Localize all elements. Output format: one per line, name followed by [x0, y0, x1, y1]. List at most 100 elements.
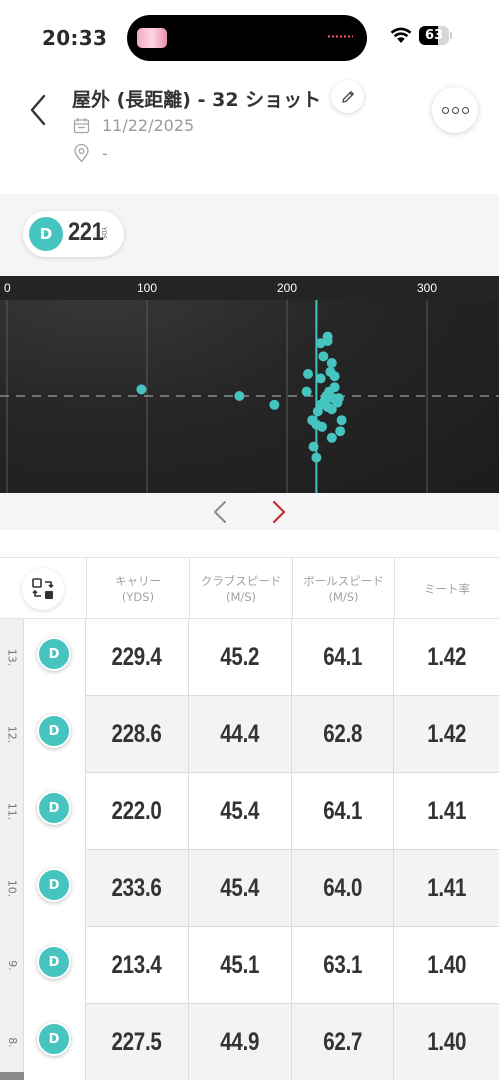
- distance-unit: YDS: [100, 227, 107, 240]
- column-header-carry[interactable]: キャリー (YDS): [86, 558, 189, 619]
- smash-factor-cell: 1.41: [427, 797, 466, 825]
- shot-number: 13.: [5, 648, 19, 667]
- next-view-button[interactable]: [264, 497, 294, 527]
- dispersion-chart-svg: 0 100 200 300: [0, 276, 499, 493]
- table-row[interactable]: 9. D 213.4 45.1 63.1 1.40: [0, 927, 499, 1004]
- session-location-row: -: [73, 144, 108, 163]
- shot-point: [333, 393, 344, 404]
- table-row[interactable]: 11. D 222.0 45.4 64.1 1.41: [0, 773, 499, 850]
- chevron-left-icon: [214, 501, 226, 523]
- battery-icon: 63: [419, 26, 452, 45]
- ball-speed-cell: 64.1: [292, 619, 394, 696]
- carry-cell: 229.4: [86, 619, 189, 696]
- shot-point: [326, 358, 337, 368]
- ball-speed-cell: 63.1: [292, 927, 394, 1004]
- smash-factor-cell: 1.40: [427, 1028, 466, 1056]
- more-dot-icon: [441, 106, 449, 114]
- dynamic-island: [127, 15, 367, 61]
- table-row[interactable]: 8. D 227.5 44.9 62.7 1.40: [0, 1004, 499, 1080]
- carry-cell: 228.6: [86, 696, 189, 773]
- session-date-row: 11/22/2025: [73, 116, 194, 135]
- ball-speed-cell: 64.0: [292, 850, 394, 927]
- table-row[interactable]: 10. D 233.6 45.4 64.0 1.41: [0, 850, 499, 927]
- shot-point: [315, 373, 326, 384]
- ball-speed-cell: 64.1: [292, 773, 394, 850]
- shot-table: キャリー (YDS) クラブスピード (M/S) ボールスピード (M/S) ミ…: [0, 557, 499, 1080]
- shot-point: [234, 391, 245, 401]
- club-speed-cell: 44.4: [189, 696, 292, 773]
- session-header: 屋外 (長距離) - 32 ショット 11/22/2025 -: [0, 72, 499, 194]
- session-date: 11/22/2025: [102, 116, 195, 135]
- shot-point: [326, 432, 337, 443]
- smash-factor-cell: 1.41: [427, 874, 466, 902]
- shot-point: [336, 415, 347, 426]
- club-badge-driver: D: [37, 868, 71, 902]
- smash-factor-cell: 1.40: [427, 951, 466, 979]
- smash-factor-cell: 1.42: [427, 720, 466, 748]
- shot-number: 11.: [5, 802, 19, 821]
- shot-dispersion-chart[interactable]: 0 100 200 300: [0, 276, 499, 493]
- club-badge-driver: D: [37, 791, 71, 825]
- shot-point: [301, 386, 312, 397]
- shot-point: [269, 399, 280, 410]
- section-spacer: [0, 530, 499, 557]
- x-tick-label: 300: [417, 281, 437, 295]
- scroll-indicator: [0, 1072, 24, 1080]
- shot-point: [335, 426, 346, 437]
- chart-navigation: [0, 493, 499, 530]
- shot-point: [308, 441, 319, 452]
- x-tick-label: 200: [277, 281, 297, 295]
- club-speed-cell: 45.2: [189, 619, 292, 696]
- more-options-button[interactable]: [432, 87, 478, 133]
- ball-speed-cell: 62.7: [292, 1004, 394, 1080]
- column-header-ball-speed[interactable]: ボールスピード (M/S): [292, 558, 394, 619]
- shot-point: [329, 382, 340, 393]
- column-header-club-speed[interactable]: クラブスピード (M/S): [189, 558, 292, 619]
- pencil-icon: [341, 90, 354, 103]
- club-speed-cell: 45.1: [189, 927, 292, 1004]
- table-row[interactable]: 12. D 228.6 44.4 62.8 1.42: [0, 696, 499, 773]
- battery-level: 63: [424, 28, 444, 43]
- carry-cell: 233.6: [86, 850, 189, 927]
- carry-cell: 222.0: [86, 773, 189, 850]
- more-dot-icon: [451, 106, 459, 114]
- session-location: -: [102, 144, 108, 163]
- page-title: 屋外 (長距離) - 32 ショット: [72, 89, 322, 111]
- live-activity-indicator-icon: [327, 35, 353, 38]
- more-dot-icon: [461, 106, 469, 114]
- club-filter-chip[interactable]: D 221 YDS: [23, 211, 124, 257]
- club-summary-area: D 221 YDS: [0, 194, 499, 276]
- ball-speed-cell: 62.8: [292, 696, 394, 773]
- swap-columns-button[interactable]: [22, 568, 64, 610]
- back-button[interactable]: [22, 90, 54, 130]
- club-badge-driver: D: [37, 637, 71, 671]
- shot-point: [303, 369, 313, 379]
- chevron-right-icon: [273, 501, 285, 523]
- club-badge-driver: D: [29, 217, 63, 251]
- average-carry-distance: 221: [68, 218, 104, 246]
- shot-point: [311, 419, 322, 430]
- shot-number: 9.: [5, 960, 19, 971]
- swap-layout-icon: [32, 578, 54, 599]
- club-badge-driver: D: [37, 714, 71, 748]
- shot-point: [318, 351, 329, 362]
- table-row[interactable]: 13. D 229.4 45.2 64.1 1.42: [0, 619, 499, 696]
- shot-number: 10.: [5, 879, 19, 898]
- club-speed-cell: 45.4: [189, 773, 292, 850]
- shot-point: [136, 384, 147, 395]
- column-header-smash-factor[interactable]: ミート率: [394, 558, 499, 619]
- calendar-icon: [73, 118, 90, 134]
- chevron-left-icon: [30, 94, 46, 126]
- club-speed-cell: 44.9: [189, 1004, 292, 1080]
- status-time: 20:33: [42, 26, 108, 50]
- smash-factor-cell: 1.42: [427, 643, 466, 671]
- shot-number: 8.: [5, 1037, 19, 1048]
- club-badge-driver: D: [37, 945, 71, 979]
- table-header: キャリー (YDS) クラブスピード (M/S) ボールスピード (M/S) ミ…: [0, 558, 499, 619]
- edit-title-button[interactable]: [331, 80, 364, 113]
- shot-point: [322, 331, 333, 342]
- x-tick-label: 0: [4, 281, 11, 295]
- previous-view-button[interactable]: [205, 497, 235, 527]
- carry-cell: 227.5: [86, 1004, 189, 1080]
- club-badge-driver: D: [37, 1022, 71, 1056]
